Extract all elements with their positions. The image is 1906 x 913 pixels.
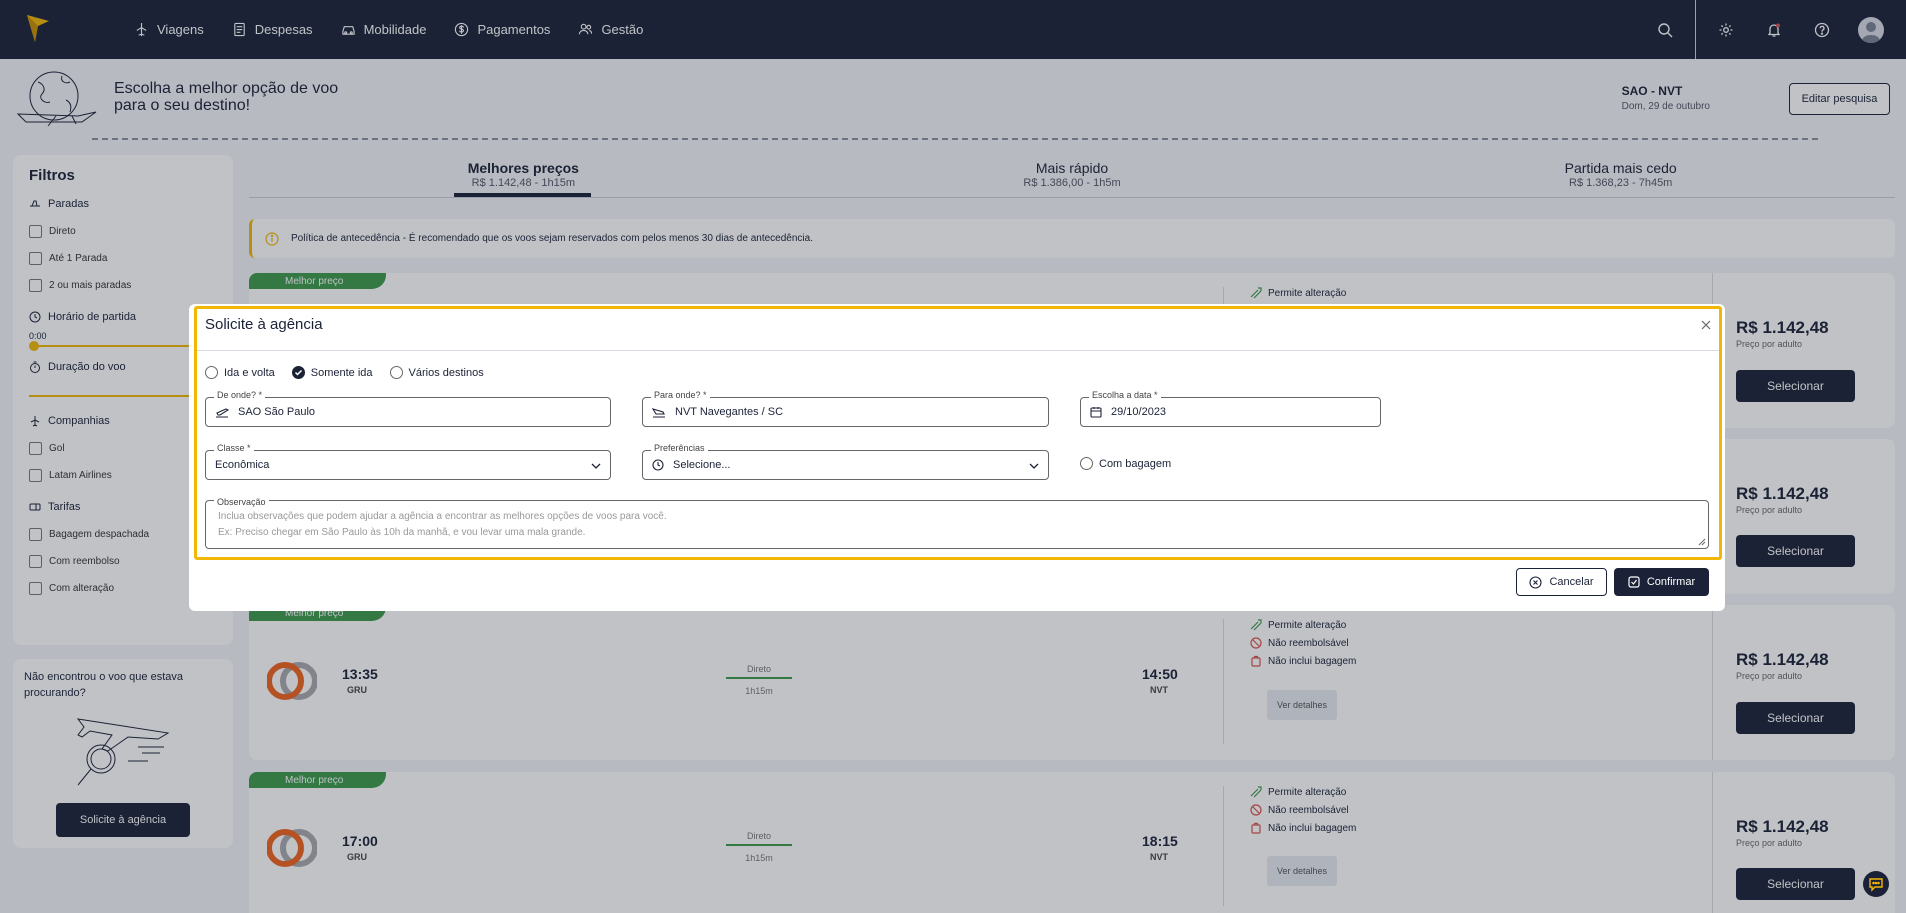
class-value: Econômica (215, 459, 270, 471)
field-label: Preferências (651, 443, 708, 453)
plane-landing-icon (652, 408, 665, 418)
observation-placeholder-line: Ex: Preciso chegar em São Paulo às 10h d… (218, 527, 586, 538)
field-label: Escolha a data * (1089, 390, 1161, 400)
trip-type-round[interactable]: Ida e volta (205, 366, 275, 379)
baggage-option[interactable]: Com bagagem (1080, 457, 1171, 470)
field-label: Classe * (214, 443, 254, 453)
preferences-select[interactable]: Preferências Selecione... (642, 443, 1049, 480)
radio-label: Ida e volta (224, 366, 275, 379)
chat-button[interactable] (1863, 871, 1889, 897)
baggage-label: Com bagagem (1099, 457, 1172, 470)
chevron-down-icon (591, 463, 601, 469)
radio-label: Vários destinos (408, 366, 484, 379)
field-label: Observação (214, 494, 269, 510)
destination-value: NVT Navegantes / SC (675, 406, 784, 418)
class-select[interactable]: Classe * Econômica (205, 443, 611, 480)
button-label: Confirmar (1646, 576, 1696, 588)
close-icon[interactable] (1699, 318, 1713, 332)
clock-icon (652, 459, 664, 471)
trip-type-group: Ida e volta Somente ida Vários destinos (205, 366, 484, 379)
observation-placeholder-line: Inclua observações que podem ajudar a ag… (218, 511, 667, 522)
calendar-icon (1090, 407, 1102, 418)
observation-textarea[interactable]: Observação Inclua observações que podem … (205, 494, 1709, 549)
destination-field[interactable]: Para onde? * NVT Navegantes / SC (642, 390, 1049, 427)
divider (197, 350, 1719, 351)
radio[interactable] (205, 366, 218, 379)
trip-type-multi[interactable]: Vários destinos (389, 366, 484, 379)
date-value: 29/10/2023 (1111, 406, 1167, 418)
confirm-button[interactable]: Confirmar (1614, 568, 1709, 596)
resize-handle-icon[interactable] (1698, 538, 1706, 546)
radio[interactable] (389, 366, 403, 379)
check-square-icon (1628, 576, 1640, 588)
origin-field[interactable]: De onde? * SAO São Paulo (205, 390, 611, 427)
radio-selected[interactable] (291, 366, 305, 379)
cancel-button[interactable]: Cancelar (1516, 568, 1607, 596)
field-label: De onde? * (214, 390, 266, 400)
chat-icon (1869, 878, 1883, 892)
trip-type-oneway[interactable]: Somente ida (291, 366, 373, 379)
modal-title: Solicite à agência (205, 316, 323, 333)
close-circle-icon (1529, 575, 1543, 589)
plane-takeoff-icon (216, 408, 229, 418)
check-icon (294, 369, 302, 376)
chevron-down-icon (1029, 463, 1039, 469)
origin-value: SAO São Paulo (238, 406, 316, 418)
date-field[interactable]: Escolha a data * 29/10/2023 (1080, 390, 1381, 427)
radio[interactable] (1080, 457, 1093, 470)
preferences-value: Selecione... (673, 459, 731, 471)
field-label: Para onde? * (651, 390, 710, 400)
button-label: Cancelar (1549, 576, 1594, 588)
radio-label: Somente ida (310, 366, 373, 379)
